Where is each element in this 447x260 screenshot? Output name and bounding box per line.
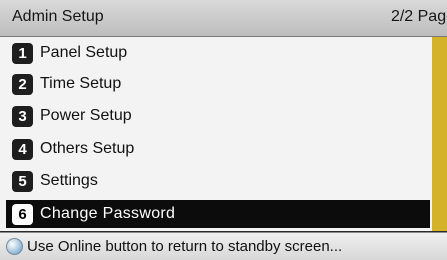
number-2-icon: 2 (12, 74, 33, 95)
menu-item-panel-setup[interactable]: 1 Panel Setup (6, 39, 430, 67)
number-5-icon: 5 (12, 171, 33, 192)
number-6-icon: 6 (12, 204, 33, 225)
screen-title: Admin Setup (12, 8, 104, 25)
menu-item-label: Panel Setup (40, 44, 128, 61)
admin-setup-screen: Admin Setup 2/2 Page 1 Panel Setup 2 Tim… (0, 0, 447, 260)
number-1-icon: 1 (12, 43, 33, 64)
menu-item-label: Power Setup (40, 107, 132, 124)
status-message: Use Online button to return to standby s… (27, 238, 343, 255)
online-indicator-icon (6, 238, 23, 255)
number-3-icon: 3 (12, 106, 33, 127)
page-indicator: 2/2 Page (390, 8, 447, 25)
menu-item-power-setup[interactable]: 3 Power Setup (6, 102, 430, 130)
number-4-icon: 4 (12, 139, 33, 160)
menu-item-label: Time Setup (40, 75, 122, 92)
menu-item-label: Change Password (40, 205, 176, 222)
title-bar: Admin Setup 2/2 Page (0, 0, 447, 37)
menu-item-settings[interactable]: 5 Settings (6, 167, 430, 195)
accent-strip (432, 37, 447, 231)
menu-item-others-setup[interactable]: 4 Others Setup (6, 135, 430, 163)
admin-menu: 1 Panel Setup 2 Time Setup 3 Power Setup… (0, 37, 432, 231)
menu-item-time-setup[interactable]: 2 Time Setup (6, 70, 430, 98)
menu-item-change-password[interactable]: 6 Change Password (6, 200, 430, 228)
status-bar: Use Online button to return to standby s… (0, 232, 447, 260)
menu-item-label: Settings (40, 172, 98, 189)
menu-item-label: Others Setup (40, 140, 135, 157)
